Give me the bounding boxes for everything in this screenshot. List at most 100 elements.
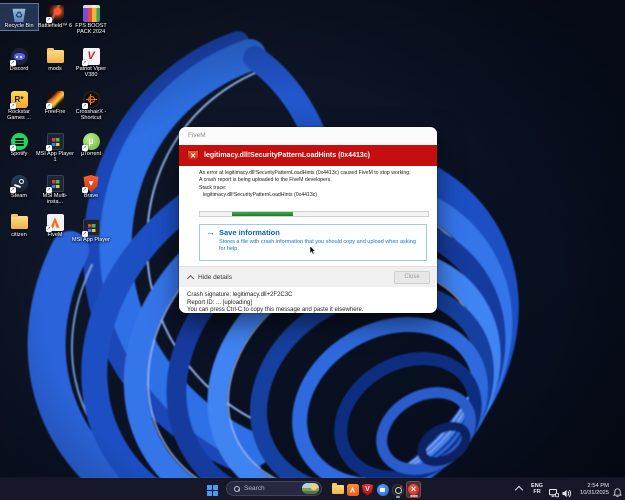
taskbar-viper-shield-app[interactable]	[361, 481, 374, 498]
shortcut-arrow-icon: ↗	[81, 145, 88, 151]
shortcut-arrow-icon: ↗	[45, 103, 52, 109]
battlefield-icon: ↗	[45, 5, 64, 23]
desktop-icon-spotify[interactable]: ↗ Spotify	[0, 132, 38, 158]
fivem-crash-dialog: FiveM legitimacy.dll!SecurityPatternLoad…	[179, 127, 437, 313]
notification-bell-icon[interactable]	[613, 485, 622, 500]
upload-progress-bar	[199, 211, 429, 217]
desktop-icon-label: Recycle Bin	[4, 23, 34, 29]
desktop-icon-msi[interactable]: ↗ MSI App Player	[72, 218, 110, 244]
shortcut-arrow-icon: ↗	[81, 60, 88, 66]
desktop-icon-label: MSI App Player	[72, 237, 110, 243]
shortcut-arrow-icon: ↗	[45, 226, 52, 232]
desktop-icon-fivem[interactable]: ↗ FiveM	[36, 213, 74, 239]
save-information-label: Save information	[219, 228, 280, 237]
shortcut-arrow-icon: ↗	[45, 145, 52, 151]
save-information-description: Stores a file with crash information tha…	[219, 238, 416, 252]
msi-icon: ↗	[81, 219, 100, 237]
folder-icon	[46, 48, 64, 65]
copy-hint: You can press Ctrl-C to copy this messag…	[187, 307, 364, 313]
freefire-icon: ↗	[45, 91, 64, 109]
shortcut-arrow-icon: ↗	[9, 187, 16, 193]
desktop-icon-folder[interactable]: mods	[36, 47, 74, 73]
taskbar-app-icons	[331, 480, 421, 499]
running-indicator	[409, 495, 418, 497]
folder-icon	[10, 214, 28, 231]
crash-line-3: Stack trace:	[199, 184, 227, 191]
mouse-cursor	[310, 246, 316, 255]
discord-icon: ↗	[9, 48, 28, 66]
fivem-icon: ↗	[45, 214, 64, 232]
desktop-icon-winrar[interactable]: FPS BOOST PACK 2024	[72, 4, 110, 36]
start-button[interactable]	[207, 485, 218, 496]
desktop-icon-label: µTorrent	[80, 151, 102, 157]
desktop-icon-label: Spotify	[10, 151, 28, 157]
network-icon[interactable]	[549, 485, 559, 500]
recycle-icon	[11, 5, 28, 22]
report-id: Report ID: ... [uploading]	[187, 299, 253, 306]
save-information-button[interactable]: → Save information Stores a file with cr…	[199, 224, 427, 261]
running-indicator	[395, 496, 400, 498]
desktop-icon-discord[interactable]: ↗ Discord	[0, 47, 38, 73]
utorrent-icon: ↗	[81, 133, 100, 151]
progress-fill	[231, 212, 294, 216]
language-indicator[interactable]: ENG FR	[529, 483, 545, 495]
fivem-crash-window-icon	[408, 484, 419, 495]
desktop-icon-utorrent[interactable]: ↗µTorrent	[72, 132, 110, 158]
desktop-icon-label: Rockstar Games ...	[7, 109, 31, 122]
desktop-icon-msi[interactable]: ↗ MSI Multi-insta...	[36, 174, 74, 206]
desktop-icon-viper[interactable]: ↗Patriot Viper V380	[72, 47, 110, 79]
taskbar-file-explorer[interactable]	[331, 481, 344, 498]
taskbar-fivem-app[interactable]	[346, 481, 359, 498]
brave-icon: ↗	[81, 175, 100, 193]
desktop-icon-battlefield[interactable]: ↗ Battlefield™ 6	[36, 4, 74, 30]
chevron-up-icon	[186, 274, 195, 282]
dialog-title: FiveM	[179, 127, 437, 145]
viper-shield-app-icon	[362, 483, 373, 496]
desktop-icon-freefire[interactable]: ↗ FreeFire	[36, 90, 74, 116]
msi-icon: ↗	[45, 133, 64, 151]
desktop-icon-label: Steam	[11, 193, 27, 199]
desktop-icon-steam[interactable]: ↗ Steam	[0, 174, 38, 200]
crosshairx-app-icon	[391, 483, 404, 496]
search-highlight-image	[302, 483, 319, 494]
crash-signature: Crash signature: legitimacy.dll+2F2C3C	[187, 292, 293, 298]
rockstar-icon: ↗	[9, 91, 28, 109]
shortcut-arrow-icon: ↗	[45, 17, 52, 23]
taskbar-search[interactable]	[226, 481, 322, 496]
tray-time: 2:54 PM	[587, 483, 609, 489]
shortcut-arrow-icon: ↗	[81, 103, 88, 109]
desktop-icon-label: CrosshairX - Shortcut	[75, 109, 107, 122]
file-explorer-icon	[331, 483, 344, 494]
crash-description: An error at legitimacy.dll!SecurityPatte…	[199, 170, 429, 200]
desktop-icon-label: mods	[48, 66, 62, 72]
desktop-icon-rockstar[interactable]: ↗Rockstar Games ...	[0, 90, 38, 122]
taskbar-fivem-crash-window[interactable]	[406, 481, 421, 498]
taskbar-blue-app[interactable]	[376, 481, 389, 498]
shortcut-arrow-icon: ↗	[9, 145, 16, 151]
spotify-icon: ↗	[9, 133, 28, 151]
msi-icon: ↗	[45, 175, 64, 193]
desktop-icon-recycle[interactable]: Recycle Bin	[0, 2, 39, 32]
desktop-icon-msi[interactable]: ↗ MSI App Player 1	[36, 132, 74, 164]
desktop-icon-brave[interactable]: ↗ Brave	[72, 174, 110, 200]
fivem-app-icon	[346, 483, 359, 496]
steam-icon: ↗	[9, 175, 28, 193]
crash-details: Crash signature: legitimacy.dll+2F2C3C R…	[187, 292, 429, 313]
desktop-icon-label: MSI App Player 1	[36, 151, 74, 164]
close-button[interactable]: Close	[394, 270, 430, 284]
desktop-icon-label: Discord	[9, 66, 29, 72]
crash-line-4: legitimacy.dll!SecurityPatternLoadHints …	[203, 192, 318, 199]
taskbar-crosshairx-app[interactable]	[391, 481, 404, 498]
dialog-footer: Hide details Close	[179, 266, 437, 287]
winrar-icon	[82, 5, 100, 22]
error-shield-icon	[187, 149, 199, 162]
arrow-right-icon: →	[206, 227, 215, 237]
desktop-icon-folder[interactable]: citizen	[0, 213, 38, 239]
windows-logo-icon	[207, 485, 212, 490]
search-input[interactable]	[244, 485, 298, 492]
taskbar-clock[interactable]: 2:54 PM 10/31/2025	[568, 483, 609, 496]
desktop-icon-crosshairx[interactable]: ↗ CrosshairX - Shortcut	[72, 90, 110, 122]
desktop-icon-label: Battlefield™ 6	[37, 23, 73, 29]
search-icon	[234, 485, 240, 492]
hide-details-button[interactable]: Hide details	[198, 274, 232, 281]
